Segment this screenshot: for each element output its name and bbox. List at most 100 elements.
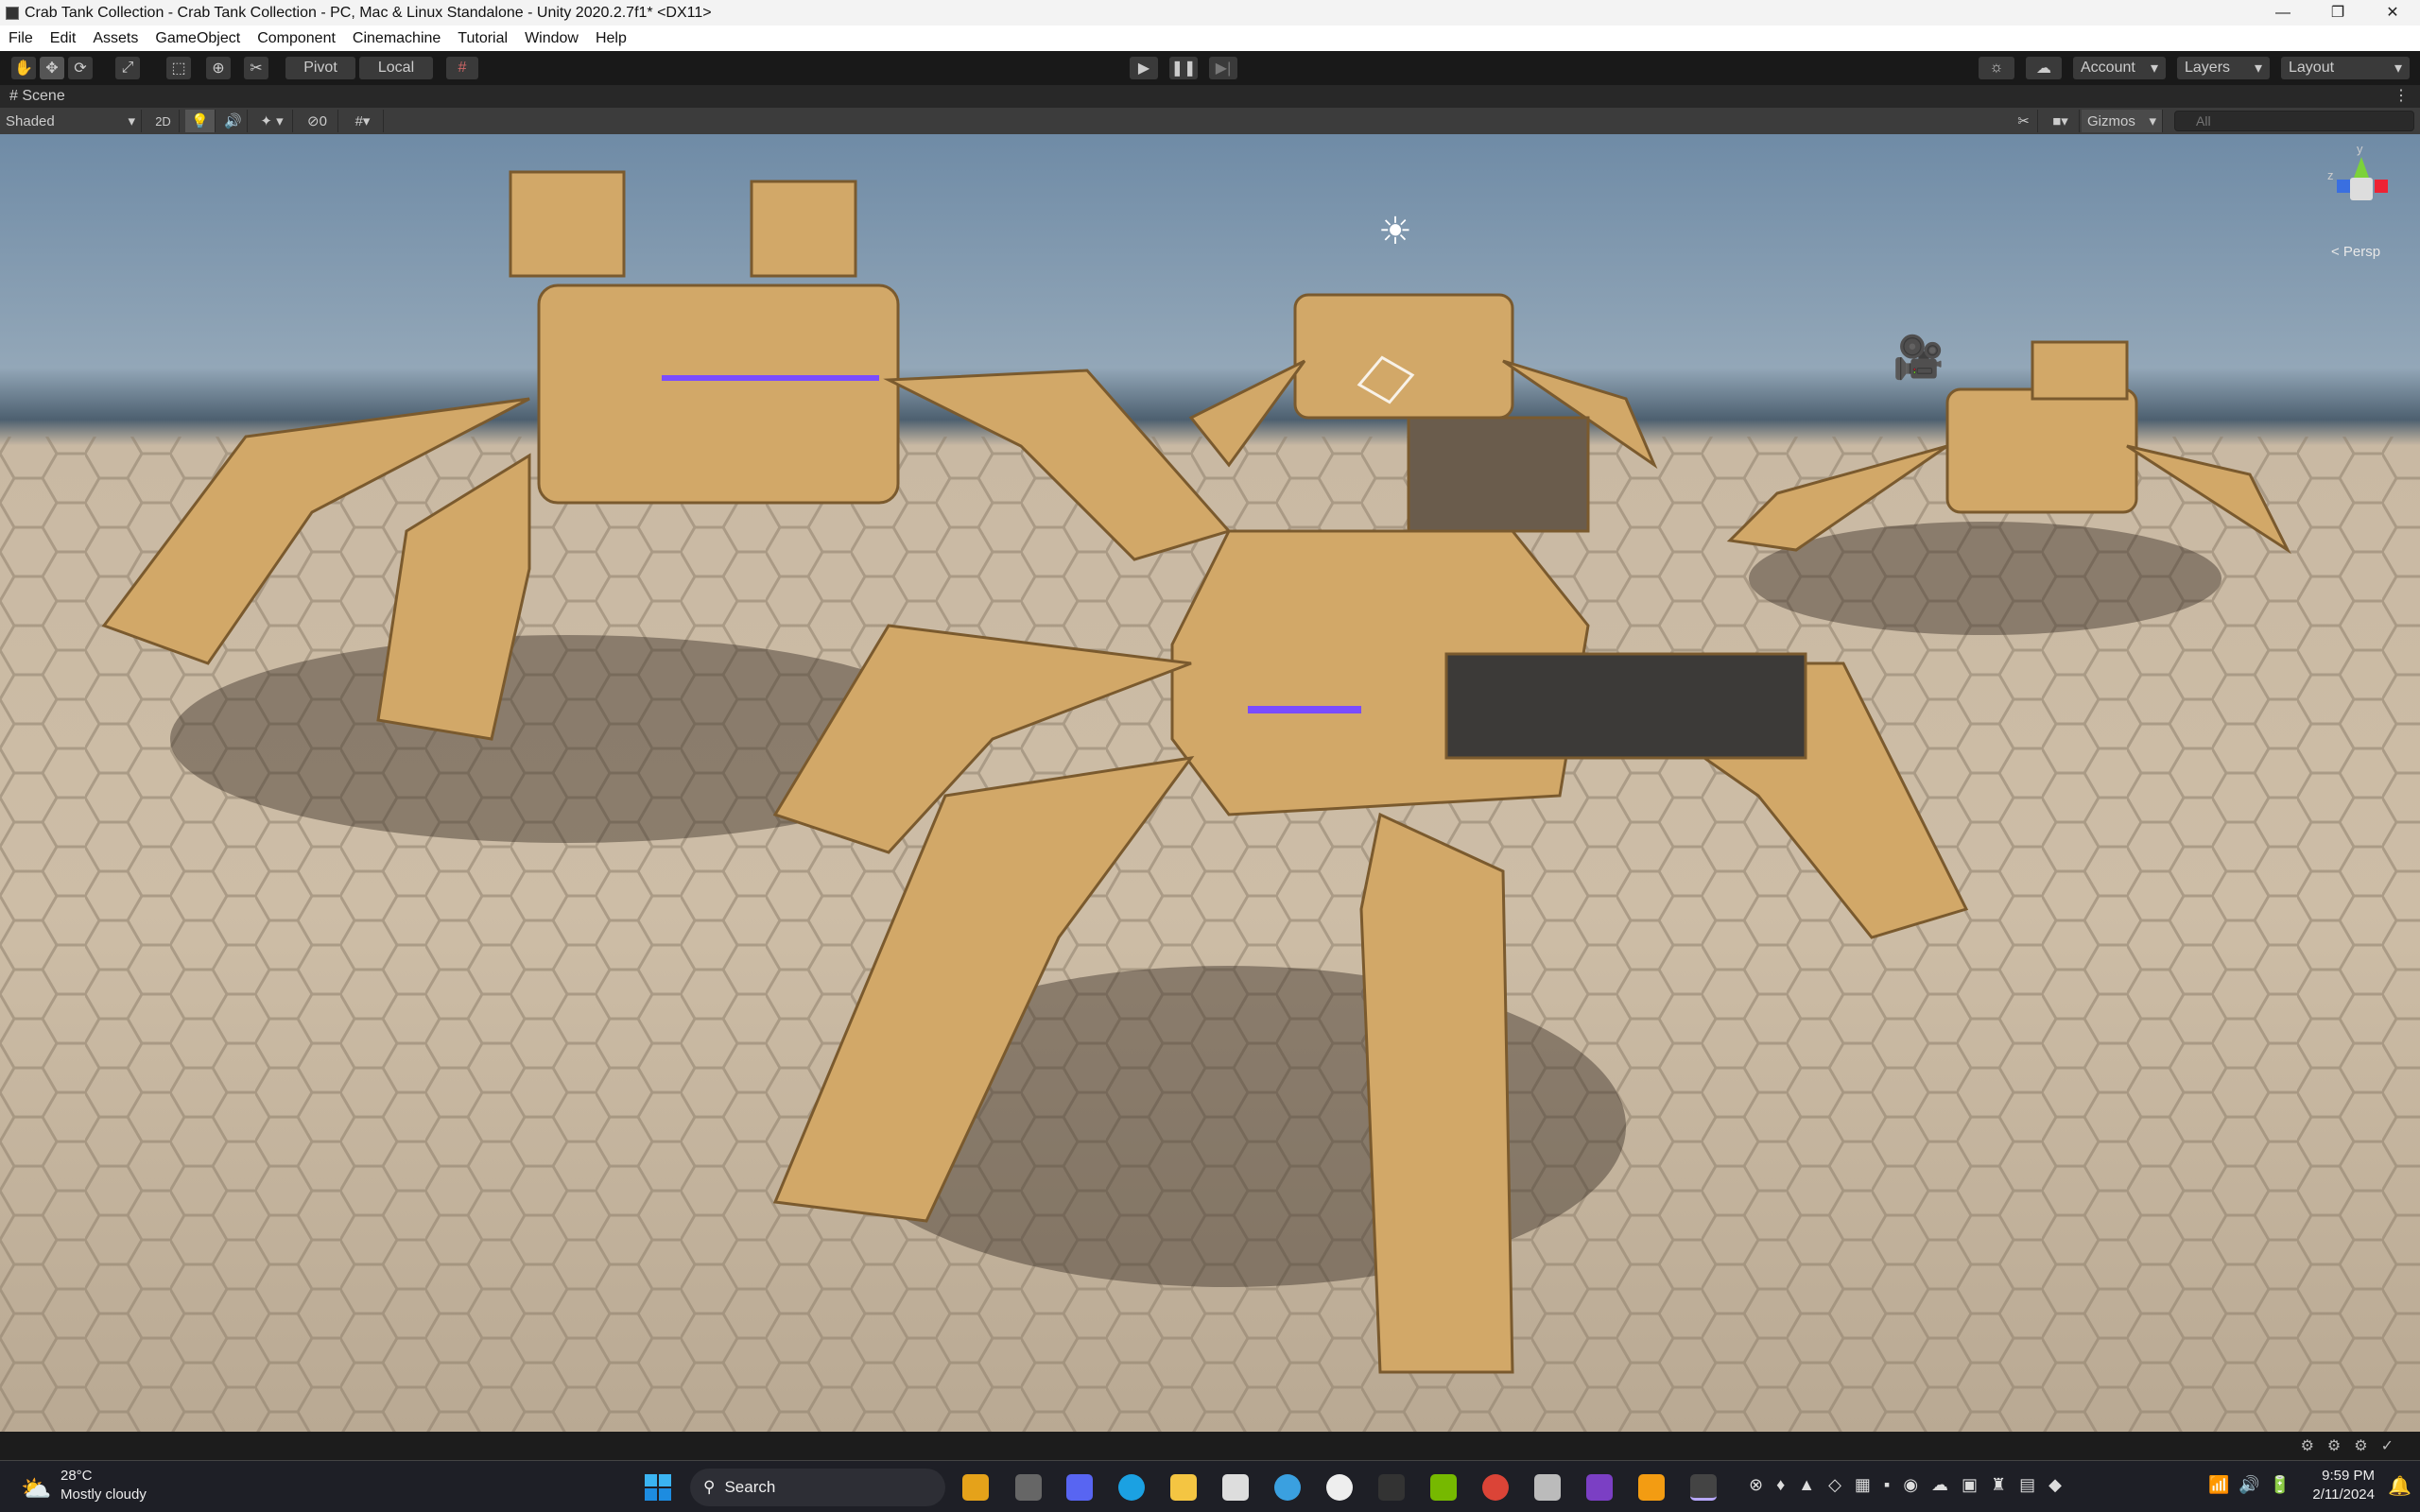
cloud-icon[interactable]: ☁	[2026, 57, 2062, 79]
browser-icon[interactable]	[1274, 1474, 1301, 1501]
network-volume-icons[interactable]: 📶🔊🔋	[2208, 1475, 2300, 1495]
more-options-icon[interactable]: ⋮	[2394, 85, 2409, 108]
axis-z-label: z	[2327, 168, 2334, 182]
close-button[interactable]: ✕	[2365, 0, 2420, 26]
edge-icon[interactable]	[1118, 1474, 1145, 1501]
2d-toggle[interactable]: 2D	[147, 110, 180, 132]
menu-bar: File Edit Assets GameObject Component Ci…	[0, 26, 2420, 51]
hidden-count: 0	[319, 112, 327, 129]
layers-label: Layers	[2185, 60, 2231, 76]
pivot-label: Pivot	[303, 60, 337, 76]
scene-viewport[interactable]: ☀ 🎥 y z < Persp	[0, 134, 2420, 1432]
axis-y-cone	[2354, 157, 2369, 178]
taskbar: ⛅ 28°C Mostly cloudy ⚲ Search ⊗♦▲◇▦▪◉☁▣♜▤◆…	[0, 1460, 2420, 1512]
maximize-button[interactable]: ❐	[2310, 0, 2365, 26]
tools-icon[interactable]: ✂	[2010, 110, 2038, 132]
pivot-toggle[interactable]: Pivot	[285, 57, 355, 79]
axis-z-cone	[2337, 180, 2350, 193]
chevron-down-icon: ▾	[2254, 60, 2262, 77]
axis-x-cone	[2375, 180, 2388, 193]
scale-tool-icon[interactable]: ⤢	[115, 57, 140, 79]
local-label: Local	[377, 60, 415, 76]
weather-icon: ⛅	[21, 1474, 52, 1503]
weather-text: Mostly cloudy	[60, 1486, 147, 1503]
step-button[interactable]: ▶|	[1209, 57, 1237, 79]
directional-light-icon[interactable]: ☀	[1378, 210, 1412, 253]
rotate-tool-icon[interactable]: ⟳	[68, 57, 93, 79]
hand-tool-icon[interactable]: ✋	[11, 57, 36, 79]
layers-dropdown[interactable]: Layers ▾	[2177, 57, 2270, 79]
snap-icon[interactable]: #	[446, 57, 478, 79]
menu-gameobject[interactable]: GameObject	[147, 30, 249, 47]
menu-cinemachine[interactable]: Cinemachine	[344, 30, 449, 47]
scene-tab-label: Scene	[22, 88, 65, 104]
audio-toggle-icon[interactable]: 🔊	[219, 110, 248, 132]
lighting-toggle-icon[interactable]: 💡	[185, 110, 216, 132]
nvidia-icon[interactable]	[1430, 1474, 1457, 1501]
date: 2/11/2024	[2312, 1486, 2375, 1503]
scene-search-input[interactable]	[2174, 111, 2414, 131]
scene-tab[interactable]: # Scene ⋮	[0, 85, 2420, 108]
snipping-icon[interactable]	[1534, 1474, 1561, 1501]
camera-settings-icon[interactable]: ■▾	[2042, 110, 2080, 132]
account-dropdown[interactable]: Account ▾	[2073, 57, 2166, 79]
chrome-icon[interactable]	[1482, 1474, 1509, 1501]
chevron-down-icon: ▾	[2149, 113, 2156, 129]
chevron-down-icon: ▾	[128, 113, 135, 129]
status-bar: ⚙⚙⚙✓	[0, 1432, 2420, 1460]
status-icons: ⚙⚙⚙✓	[2300, 1438, 2407, 1454]
weather-widget[interactable]: 28°C Mostly cloudy	[60, 1467, 147, 1504]
axis-y-label: y	[2357, 142, 2363, 156]
rect-tool-icon[interactable]: ⬚	[166, 57, 191, 79]
clock[interactable]: 9:59 PM 2/11/2024	[2297, 1467, 2375, 1504]
store-icon[interactable]	[1222, 1474, 1249, 1501]
shading-mode-dropdown[interactable]: Shaded ▾	[0, 110, 142, 132]
menu-window[interactable]: Window	[516, 30, 587, 47]
ghost-icon[interactable]	[1326, 1474, 1353, 1501]
layout-dropdown[interactable]: Layout ▾	[2281, 57, 2410, 79]
pause-button[interactable]: ❚❚	[1169, 57, 1198, 79]
unity-icon	[6, 6, 19, 20]
effects-toggle-icon[interactable]: ✦ ▾	[251, 110, 293, 132]
system-tray-icons[interactable]: ⊗♦▲◇▦▪◉☁▣♜▤◆	[1749, 1475, 2075, 1495]
camera-gizmo-icon[interactable]: 🎥	[1893, 333, 1945, 382]
menu-file[interactable]: File	[0, 30, 42, 47]
app-icon-2[interactable]	[1378, 1474, 1405, 1501]
play-button[interactable]: ▶	[1130, 57, 1158, 79]
start-button[interactable]	[645, 1474, 671, 1501]
shading-label: Shaded	[6, 112, 55, 129]
layout-label: Layout	[2289, 60, 2335, 76]
2d-label: 2D	[155, 113, 171, 129]
minimize-button[interactable]: —	[2256, 0, 2310, 26]
gizmos-dropdown[interactable]: Gizmos ▾	[2082, 110, 2163, 132]
file-icon[interactable]	[1015, 1474, 1042, 1501]
menu-edit[interactable]: Edit	[42, 30, 85, 47]
orientation-gizmo[interactable]: y z	[2325, 142, 2395, 217]
unity-taskbar-icon[interactable]	[1690, 1474, 1717, 1501]
chevron-down-icon: ▾	[2150, 60, 2158, 77]
eye-slash-icon: ⊘	[307, 113, 320, 129]
grid-toggle-icon[interactable]: #▾	[342, 110, 384, 132]
menu-component[interactable]: Component	[249, 30, 344, 47]
file-explorer-icon[interactable]	[1170, 1474, 1197, 1501]
hidden-objects-toggle[interactable]: ⊘ 0	[297, 110, 338, 132]
sublime-icon[interactable]	[1638, 1474, 1665, 1501]
move-tool-icon[interactable]: ✥	[40, 57, 64, 79]
search-label: Search	[724, 1478, 776, 1496]
services-icon[interactable]: ☼	[1979, 57, 2014, 79]
custom-tool-icon[interactable]: ✂	[244, 57, 268, 79]
app-icon-1[interactable]	[962, 1474, 989, 1501]
app-icon-3[interactable]	[1586, 1474, 1613, 1501]
discord-icon[interactable]	[1066, 1474, 1093, 1501]
notification-bell-icon[interactable]: 🔔	[2388, 1474, 2411, 1498]
gizmo-center-cube	[2350, 178, 2373, 200]
scene-toolbar: Shaded ▾ 2D 💡 🔊 ✦ ▾ ⊘ 0 #▾ ✂ ■▾ Gizmos ▾	[0, 108, 2420, 134]
menu-assets[interactable]: Assets	[84, 30, 147, 47]
local-toggle[interactable]: Local	[359, 57, 433, 79]
projection-label[interactable]: < Persp	[2331, 244, 2380, 260]
menu-tutorial[interactable]: Tutorial	[449, 30, 516, 47]
gizmos-label: Gizmos	[2087, 112, 2135, 129]
menu-help[interactable]: Help	[587, 30, 635, 47]
taskbar-search[interactable]: ⚲ Search	[690, 1469, 945, 1506]
transform-tool-icon[interactable]: ⊕	[206, 57, 231, 79]
